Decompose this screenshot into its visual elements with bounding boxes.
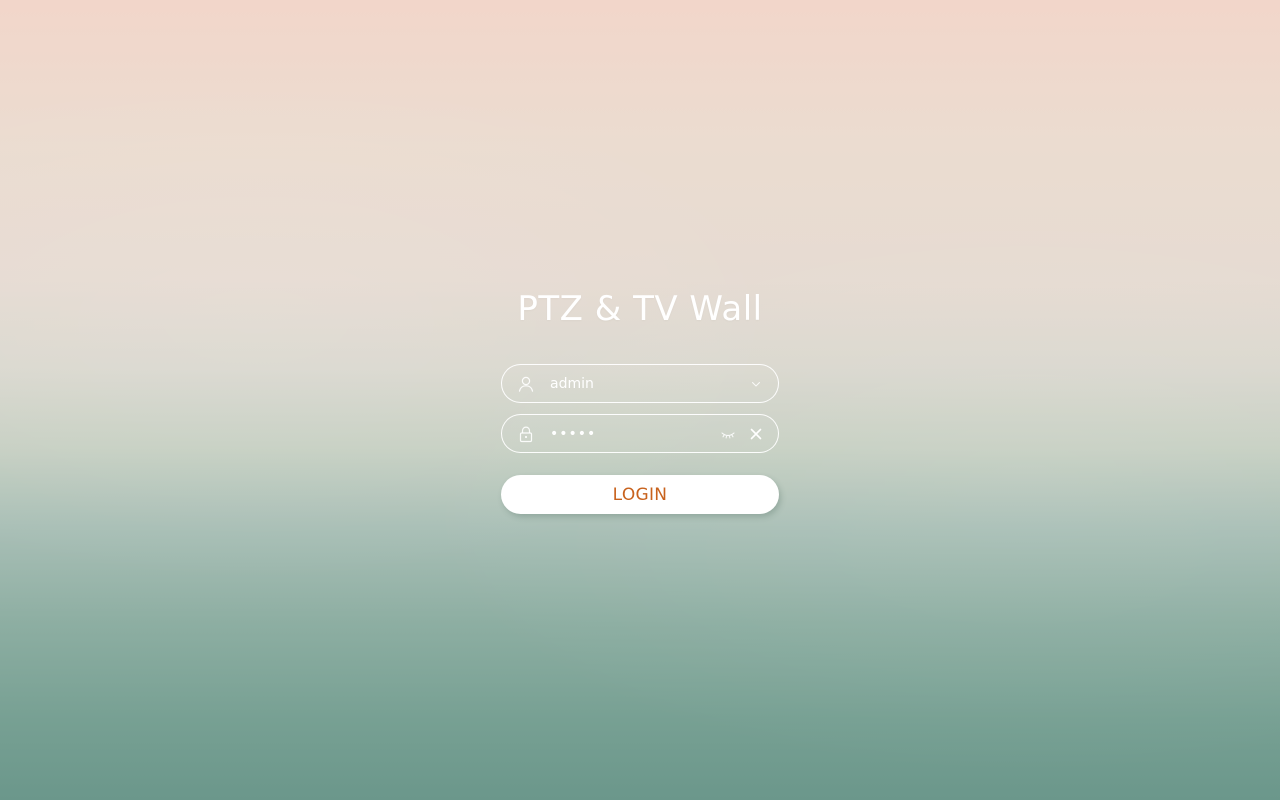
lock-icon <box>517 425 535 443</box>
password-field[interactable]: ••••• <box>501 414 779 453</box>
page-title: PTZ & TV Wall <box>517 289 763 329</box>
username-input[interactable] <box>550 372 748 395</box>
password-input[interactable]: ••••• <box>550 423 720 445</box>
login-button[interactable]: LOGIN <box>501 475 779 514</box>
user-icon <box>517 375 535 393</box>
chevron-down-icon[interactable] <box>748 376 764 392</box>
login-panel: PTZ & TV Wall ••••• <box>501 286 779 514</box>
close-icon[interactable] <box>748 426 764 442</box>
eye-closed-icon[interactable] <box>720 426 736 442</box>
username-field[interactable] <box>501 364 779 403</box>
